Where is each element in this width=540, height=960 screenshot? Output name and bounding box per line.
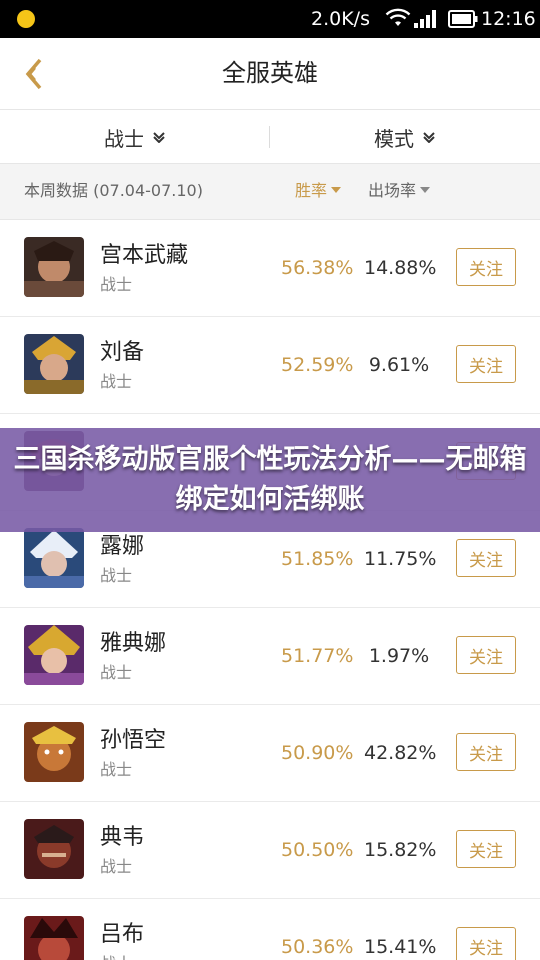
clock: 12:16 <box>481 8 536 30</box>
hero-role: 战士 <box>100 663 133 682</box>
sort-appearance-label: 出场率 <box>368 181 417 200</box>
chevron-down-icon <box>423 132 435 143</box>
list-item[interactable]: 宫本武藏 战士 56.38% 14.88% 关注 <box>0 220 540 317</box>
overlay-headline: 三国杀移动版官服个性玩法分析——无邮箱绑定如何活绑账 <box>13 444 527 515</box>
appearance-rate: 15.82% <box>364 839 437 861</box>
win-rate: 50.50% <box>281 839 354 861</box>
follow-button[interactable]: 关注 <box>456 927 516 960</box>
app-header: 全服英雄 <box>0 38 540 110</box>
follow-button[interactable]: 关注 <box>456 830 516 868</box>
list-item[interactable]: 孙悟空 战士 50.90% 42.82% 关注 <box>0 705 540 802</box>
mode-filter-label: 模式 <box>374 126 414 151</box>
hero-avatar <box>24 916 84 960</box>
hero-avatar <box>24 237 84 297</box>
role-filter-label: 战士 <box>104 126 144 151</box>
network-speed: 2.0K/s <box>311 8 370 30</box>
hero-avatar <box>24 334 84 394</box>
sort-win-rate-label: 胜率 <box>295 181 328 200</box>
appearance-rate: 42.82% <box>364 742 437 764</box>
chevron-down-icon <box>153 132 165 143</box>
win-rate: 50.90% <box>281 742 354 764</box>
hero-avatar <box>24 625 84 685</box>
list-item[interactable]: 典韦 战士 50.50% 15.82% 关注 <box>0 802 540 899</box>
hero-name: 孙悟空 <box>100 728 167 753</box>
overlay-banner: 三国杀移动版官服个性玩法分析——无邮箱绑定如何活绑账 <box>0 428 540 532</box>
notification-dot-icon <box>17 10 35 28</box>
sort-appearance-button[interactable]: 出场率 <box>368 179 431 203</box>
appearance-rate: 11.75% <box>364 548 437 570</box>
follow-button[interactable]: 关注 <box>456 636 516 674</box>
hero-name: 刘备 <box>100 340 145 365</box>
list-item[interactable]: 刘备 战士 52.59% 9.61% 关注 <box>0 317 540 414</box>
list-item[interactable]: 吕布 战士 50.36% 15.41% 关注 <box>0 899 540 960</box>
win-rate: 52.59% <box>281 354 354 376</box>
appearance-rate: 1.97% <box>368 645 430 667</box>
win-rate: 51.77% <box>281 645 354 667</box>
hero-name: 典韦 <box>100 825 145 850</box>
appearance-rate: 15.41% <box>364 936 437 958</box>
sort-down-icon <box>420 187 431 193</box>
signal-icon <box>414 10 436 28</box>
week-range-label: 本周数据 (07.04-07.10) <box>24 181 203 200</box>
follow-button[interactable]: 关注 <box>456 539 516 577</box>
appearance-rate: 14.88% <box>364 257 437 279</box>
sort-down-icon <box>331 187 342 193</box>
hero-name: 宫本武藏 <box>100 243 189 268</box>
hero-role: 战士 <box>100 566 133 585</box>
appearance-rate: 9.61% <box>368 354 430 376</box>
battery-icon <box>448 10 478 28</box>
role-filter-dropdown[interactable]: 战士 <box>0 110 270 164</box>
sort-win-rate-button[interactable]: 胜率 <box>295 179 342 203</box>
wifi-icon <box>385 8 411 26</box>
page-title: 全服英雄 <box>222 59 318 87</box>
follow-button[interactable]: 关注 <box>456 733 516 771</box>
hero-role: 战士 <box>100 275 133 294</box>
mode-filter-dropdown[interactable]: 模式 <box>270 110 540 164</box>
hero-avatar <box>24 722 84 782</box>
win-rate: 56.38% <box>281 257 354 279</box>
win-rate: 51.85% <box>281 548 354 570</box>
hero-name: 吕布 <box>100 922 145 947</box>
follow-button[interactable]: 关注 <box>456 345 516 383</box>
list-item[interactable]: 雅典娜 战士 51.77% 1.97% 关注 <box>0 608 540 705</box>
hero-role: 战士 <box>100 953 132 960</box>
status-bar: 2.0K/s 12:16 <box>0 0 540 38</box>
win-rate: 50.36% <box>281 936 354 958</box>
hero-avatar <box>24 528 84 588</box>
filter-bar: 战士 模式 <box>0 110 540 164</box>
hero-role: 战士 <box>100 372 133 391</box>
hero-avatar <box>24 819 84 879</box>
hero-role: 战士 <box>100 857 133 876</box>
hero-role: 战士 <box>100 760 133 779</box>
stats-header: 本周数据 (07.04-07.10) 胜率 出场率 <box>0 164 540 220</box>
hero-name: 雅典娜 <box>100 631 167 656</box>
hero-name: 露娜 <box>100 534 145 559</box>
follow-button[interactable]: 关注 <box>456 248 516 286</box>
hero-list: 宫本武藏 战士 56.38% 14.88% 关注 刘备 战士 52.59% 9.… <box>0 220 540 960</box>
